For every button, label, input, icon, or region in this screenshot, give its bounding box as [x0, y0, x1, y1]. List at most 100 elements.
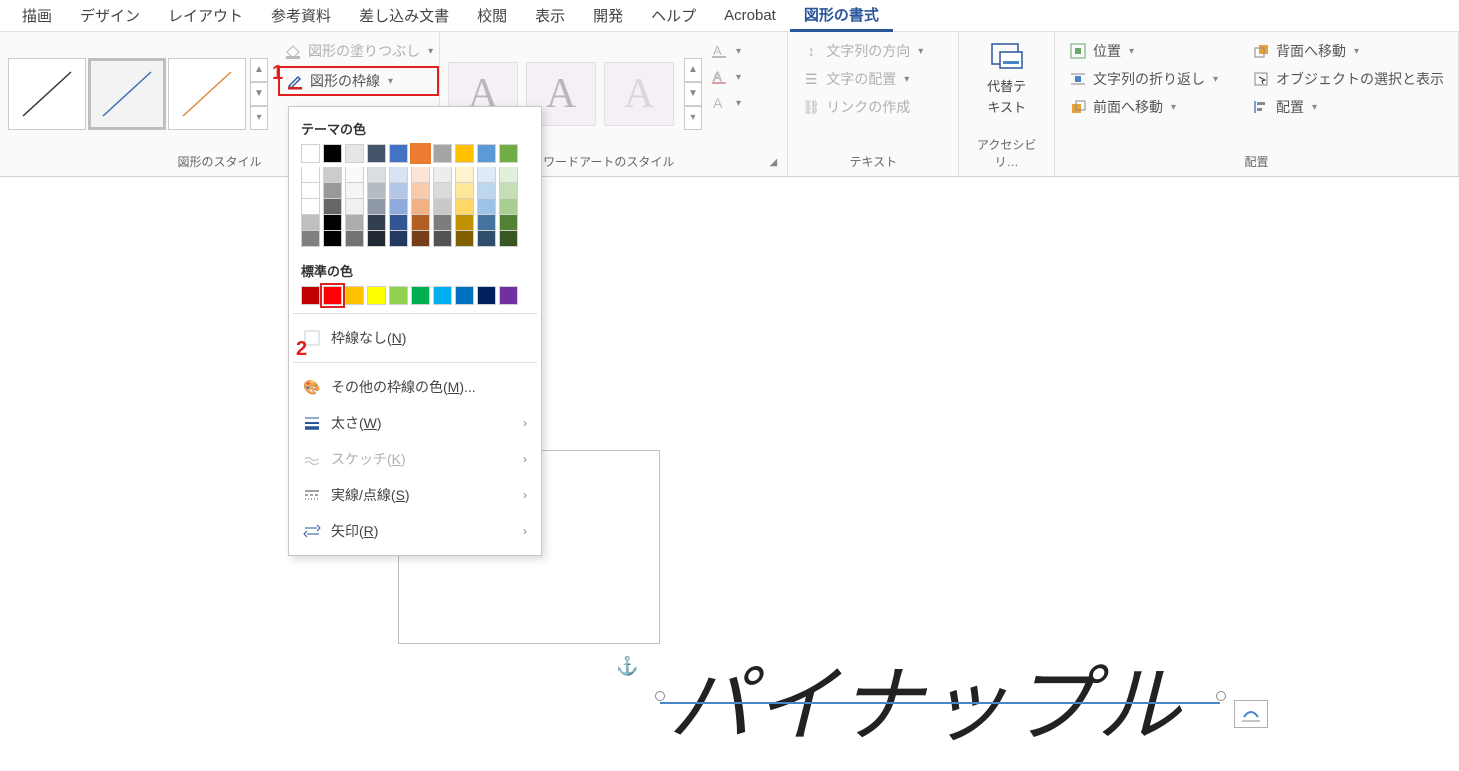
theme-swatch[interactable]: [433, 144, 452, 163]
line-handle-start[interactable]: [655, 691, 665, 701]
shape-style-1[interactable]: [8, 58, 86, 130]
theme-swatch[interactable]: [367, 144, 386, 163]
theme-shade-swatch[interactable]: [499, 167, 518, 183]
theme-shade-swatch[interactable]: [433, 215, 452, 231]
theme-shade-swatch[interactable]: [389, 215, 408, 231]
theme-shade-swatch[interactable]: [455, 231, 474, 247]
standard-swatch[interactable]: [455, 286, 474, 305]
theme-shade-swatch[interactable]: [367, 199, 386, 215]
theme-shade-swatch[interactable]: [345, 231, 364, 247]
standard-swatch[interactable]: [477, 286, 496, 305]
sketch-item[interactable]: スケッチ(K) ›: [289, 441, 541, 477]
text-wrap-button[interactable]: 文字列の折り返し▾: [1063, 66, 1224, 92]
wordart-more[interactable]: ▾: [684, 106, 702, 130]
position-button[interactable]: 位置▾: [1063, 38, 1224, 64]
wordart-spinner[interactable]: ▲ ▼ ▾: [684, 58, 702, 130]
theme-shade-swatch[interactable]: [411, 215, 430, 231]
selected-line-shape[interactable]: [660, 694, 1220, 696]
theme-shade-swatch[interactable]: [367, 215, 386, 231]
tab-design[interactable]: デザイン: [66, 1, 154, 30]
tab-review[interactable]: 校閲: [463, 1, 521, 30]
gallery-more[interactable]: ▾: [250, 106, 268, 130]
standard-swatch[interactable]: [323, 286, 342, 305]
theme-shade-swatch[interactable]: [499, 231, 518, 247]
theme-shade-swatch[interactable]: [345, 167, 364, 183]
standard-swatch[interactable]: [411, 286, 430, 305]
theme-shade-swatch[interactable]: [345, 199, 364, 215]
theme-swatch[interactable]: [455, 144, 474, 163]
tab-draw[interactable]: 描画: [8, 1, 66, 30]
theme-shade-swatch[interactable]: [455, 167, 474, 183]
theme-shade-swatch[interactable]: [345, 183, 364, 199]
theme-shade-swatch[interactable]: [455, 215, 474, 231]
theme-shade-swatch[interactable]: [345, 215, 364, 231]
shape-style-3[interactable]: [168, 58, 246, 130]
standard-swatch[interactable]: [301, 286, 320, 305]
create-link-button[interactable]: ⛓リンクの作成: [796, 94, 929, 120]
theme-shade-swatch[interactable]: [433, 199, 452, 215]
text-align-button[interactable]: ☰文字の配置▾: [796, 66, 929, 92]
text-outline-button[interactable]: A▾: [706, 66, 745, 88]
tab-references[interactable]: 参考資料: [257, 1, 345, 30]
gallery-spinner[interactable]: ▲ ▼ ▾: [250, 58, 268, 130]
bring-forward-button[interactable]: 前面へ移動▾: [1063, 94, 1224, 120]
theme-swatch[interactable]: [411, 144, 430, 163]
tab-mailings[interactable]: 差し込み文書: [345, 1, 463, 30]
text-effects-button[interactable]: A▾: [706, 92, 745, 114]
standard-swatch[interactable]: [345, 286, 364, 305]
text-fill-button[interactable]: A▾: [706, 40, 745, 62]
theme-shade-swatch[interactable]: [411, 167, 430, 183]
theme-swatch[interactable]: [323, 144, 342, 163]
theme-shade-swatch[interactable]: [301, 199, 320, 215]
theme-shade-swatch[interactable]: [323, 231, 342, 247]
theme-shade-swatch[interactable]: [367, 167, 386, 183]
theme-shade-swatch[interactable]: [477, 215, 496, 231]
theme-shade-swatch[interactable]: [323, 183, 342, 199]
tab-acrobat[interactable]: Acrobat: [710, 3, 790, 28]
align-button[interactable]: 配置▾: [1246, 94, 1450, 120]
theme-shade-swatch[interactable]: [433, 231, 452, 247]
wordart-style-3[interactable]: A: [604, 62, 674, 126]
theme-shade-swatch[interactable]: [389, 167, 408, 183]
weight-item[interactable]: 太さ(W) ›: [289, 405, 541, 441]
theme-shade-swatch[interactable]: [411, 231, 430, 247]
theme-shade-swatch[interactable]: [389, 199, 408, 215]
send-backward-button[interactable]: 背面へ移動▾: [1246, 38, 1450, 64]
tab-view[interactable]: 表示: [521, 1, 579, 30]
theme-swatch[interactable]: [477, 144, 496, 163]
theme-shade-swatch[interactable]: [477, 231, 496, 247]
theme-shade-swatch[interactable]: [433, 167, 452, 183]
theme-shade-swatch[interactable]: [323, 167, 342, 183]
theme-shade-swatch[interactable]: [367, 183, 386, 199]
theme-shade-swatch[interactable]: [323, 199, 342, 215]
theme-swatch[interactable]: [389, 144, 408, 163]
theme-shade-swatch[interactable]: [301, 183, 320, 199]
tab-developer[interactable]: 開発: [579, 1, 637, 30]
theme-shade-swatch[interactable]: [499, 199, 518, 215]
shape-fill-button[interactable]: 図形の塗りつぶし ▾: [278, 38, 439, 64]
gallery-up[interactable]: ▲: [250, 58, 268, 82]
theme-shade-swatch[interactable]: [433, 183, 452, 199]
standard-swatch[interactable]: [367, 286, 386, 305]
standard-swatch[interactable]: [499, 286, 518, 305]
selection-pane-button[interactable]: オブジェクトの選択と表示: [1246, 66, 1450, 92]
no-outline-item[interactable]: 枠線なし(N): [289, 320, 541, 356]
more-outline-colors-item[interactable]: 🎨その他の枠線の色(M)...: [289, 369, 541, 405]
standard-swatch[interactable]: [389, 286, 408, 305]
dialog-launcher-icon[interactable]: ◢: [770, 157, 780, 168]
theme-shade-swatch[interactable]: [411, 183, 430, 199]
theme-shade-swatch[interactable]: [301, 167, 320, 183]
standard-swatch[interactable]: [433, 286, 452, 305]
tab-shape-format[interactable]: 図形の書式: [790, 0, 893, 32]
shape-outline-button[interactable]: 図形の枠線 ▾: [278, 66, 439, 96]
shape-style-gallery[interactable]: ▲ ▼ ▾: [8, 36, 268, 151]
theme-shade-swatch[interactable]: [389, 183, 408, 199]
theme-shade-swatch[interactable]: [455, 199, 474, 215]
theme-swatch[interactable]: [499, 144, 518, 163]
theme-shade-swatch[interactable]: [477, 183, 496, 199]
wordart-down[interactable]: ▼: [684, 82, 702, 106]
layout-options-button[interactable]: [1234, 700, 1268, 728]
theme-swatch[interactable]: [301, 144, 320, 163]
theme-shade-swatch[interactable]: [389, 231, 408, 247]
wordart-up[interactable]: ▲: [684, 58, 702, 82]
